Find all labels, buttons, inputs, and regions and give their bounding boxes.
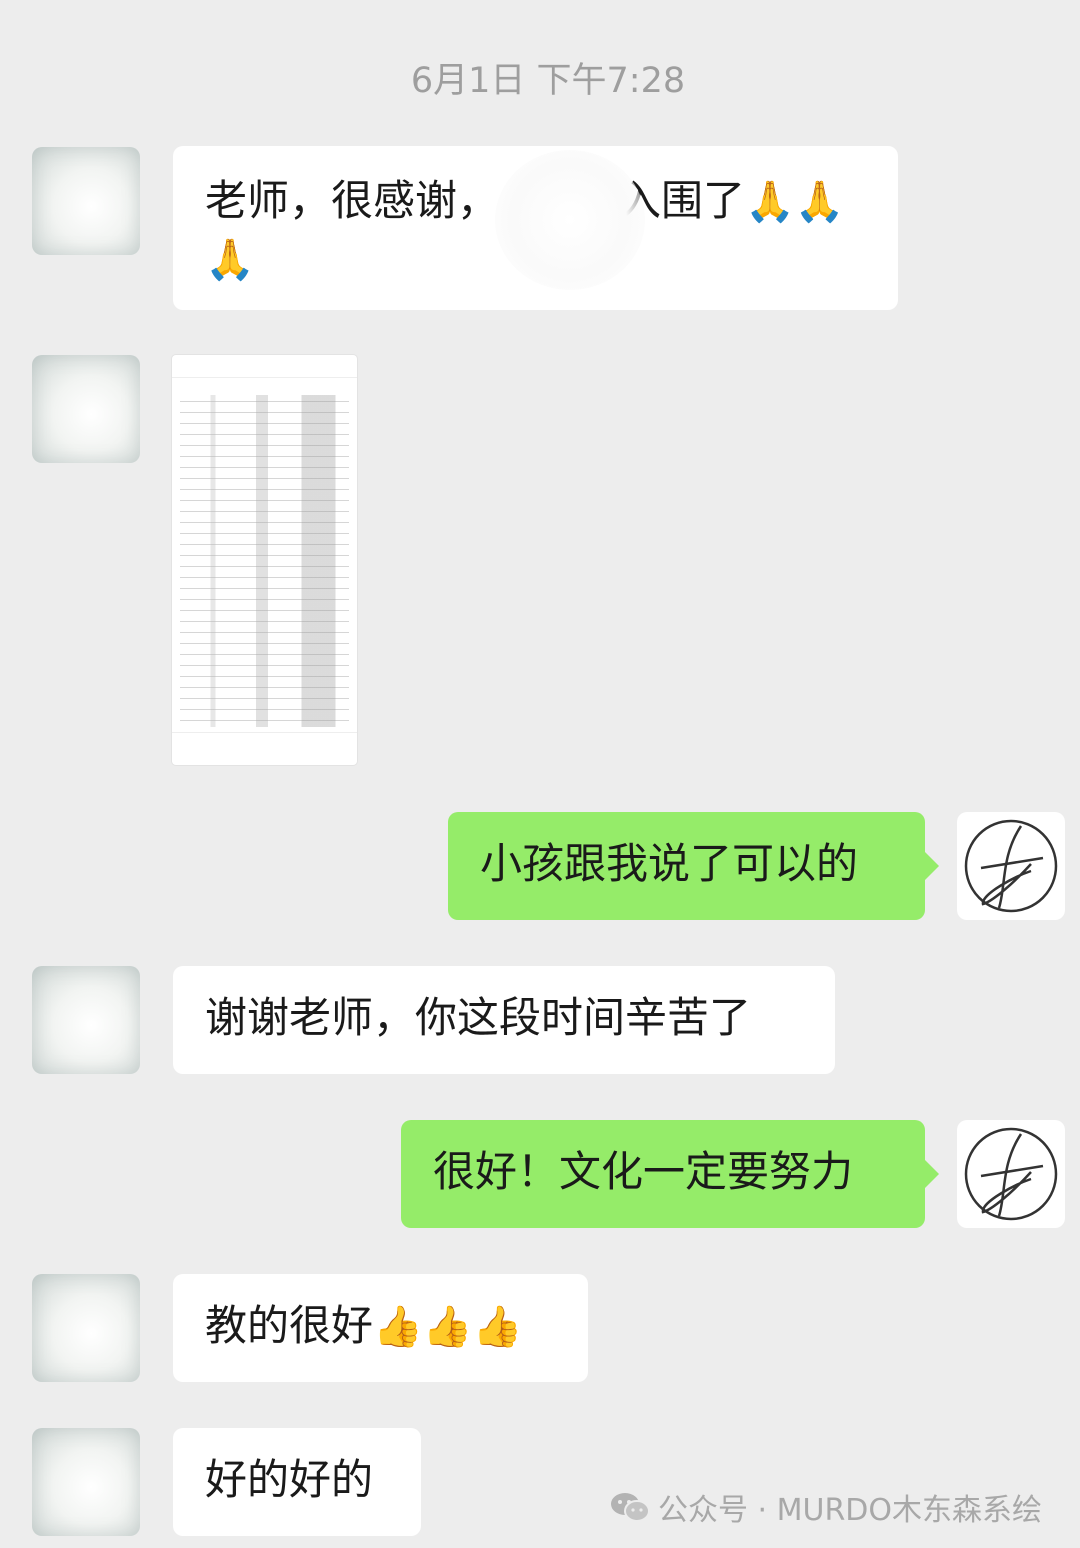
message-bubble-incoming[interactable]: 好的好的 [173,1428,421,1536]
redaction-blur [495,150,645,290]
screenshot-table-columns [180,395,349,727]
pinched-hand-emoji: 🙏🙏 [745,179,845,225]
watermark-text: 公众号 · MURDO木东森系绘 [658,1493,1043,1528]
message-timestamp: 6月1日 下午7:28 [410,61,686,101]
message-text: 很好！文化一定要努力 [433,1147,854,1196]
message-bubble-outgoing[interactable]: 很好！文化一定要努力 [401,1120,939,1228]
contact-avatar[interactable] [32,966,140,1074]
contact-avatar[interactable] [32,355,140,463]
message-text: 老师，很感谢， [205,176,500,225]
signature-logo-icon [964,819,1058,913]
message-bubble-incoming[interactable]: 谢谢老师，你这段时间辛苦了 [173,966,835,1074]
message-bubble-outgoing[interactable]: 小孩跟我说了可以的 [448,812,939,920]
account-watermark: 公众号 · MURDO木东森系绘 [610,1485,1042,1529]
my-avatar[interactable] [957,812,1065,920]
message-text: 谢谢老师，你这段时间辛苦了 [205,993,752,1042]
my-avatar[interactable] [957,1120,1065,1228]
screenshot-status-bar [172,355,357,378]
message-text: 好的好的 [205,1455,374,1504]
thumbs-up-emoji: 👍👍👍 [373,1304,523,1350]
message-bubble-incoming[interactable]: 教的很好👍👍👍 [173,1274,588,1382]
chat-screen: 6月1日 下午7:28 老师，很感谢， 入围了🙏🙏 🙏 小孩跟我说了可以的 谢谢老… [0,0,1080,1548]
screenshot-toolbar [172,732,357,765]
wechat-icon [611,1493,650,1522]
contact-avatar[interactable] [32,1428,140,1536]
image-message-thumbnail[interactable] [172,355,357,765]
signature-logo-icon [964,1127,1058,1221]
message-text: 小孩跟我说了可以的 [480,839,859,888]
message-text: 教的很好 [205,1301,374,1350]
contact-avatar[interactable] [32,147,140,255]
contact-avatar[interactable] [32,1274,140,1382]
